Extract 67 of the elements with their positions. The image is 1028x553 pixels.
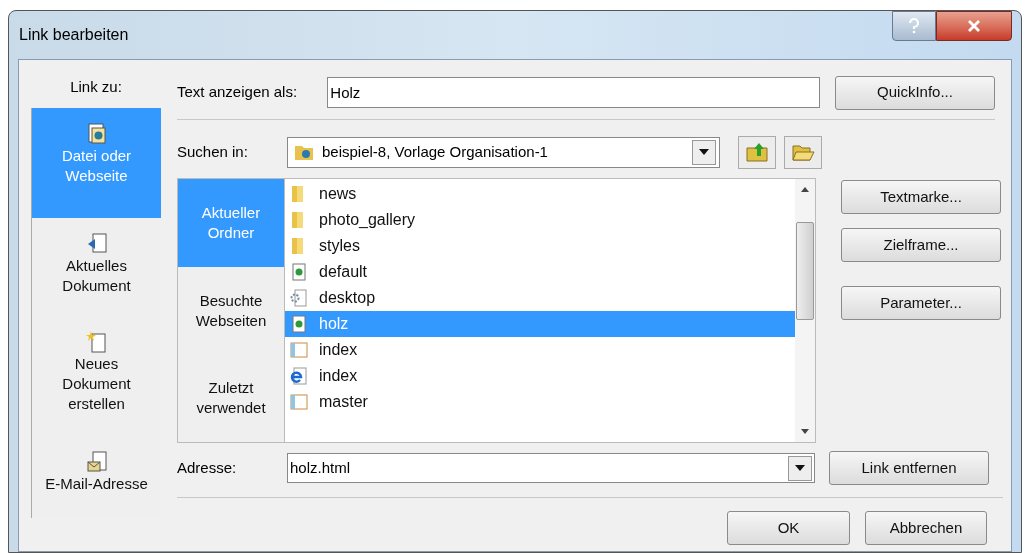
file-row[interactable]: index bbox=[285, 337, 795, 363]
new-document-icon bbox=[85, 330, 108, 354]
up-folder-button[interactable] bbox=[738, 135, 776, 169]
page-icon bbox=[289, 314, 309, 334]
window-title: Link bearbeiten bbox=[18, 25, 129, 45]
link-type-item[interactable]: Neues Dokument erstellen bbox=[32, 316, 161, 436]
link-type-label: E-Mail-Adresse bbox=[44, 474, 149, 494]
file-name: master bbox=[319, 392, 368, 412]
folder-globe-icon bbox=[294, 143, 314, 161]
gear-page-icon bbox=[289, 288, 309, 308]
file-name: photo_gallery bbox=[319, 210, 416, 230]
look-in-value: beispiel-8, Vorlage Organisation-1 bbox=[322, 141, 549, 162]
scroll-thumb[interactable] bbox=[796, 221, 814, 320]
dialog-button[interactable]: OK bbox=[727, 511, 850, 545]
page-icon bbox=[289, 262, 309, 282]
document-globe-icon bbox=[85, 122, 108, 146]
look-in-label: Suchen in: bbox=[177, 141, 249, 162]
dialog-button[interactable]: Abbrechen bbox=[865, 511, 987, 545]
link-to-label: Link zu: bbox=[69, 77, 123, 97]
address-field[interactable]: holz.html bbox=[287, 453, 815, 483]
file-name: index bbox=[319, 366, 358, 386]
quickinfo-button[interactable]: QuickInfo... bbox=[835, 75, 995, 110]
close-button[interactable] bbox=[936, 11, 1012, 41]
scroll-up-icon bbox=[801, 187, 809, 192]
browser-e-icon bbox=[289, 366, 309, 386]
display-text-field[interactable]: Holz bbox=[327, 77, 820, 108]
address-value: holz.html bbox=[290, 457, 352, 478]
file-row[interactable]: master bbox=[285, 389, 795, 415]
file-row[interactable]: styles bbox=[285, 233, 795, 259]
link-type-item[interactable]: Aktuelles Dokument bbox=[32, 218, 161, 316]
file-name: desktop bbox=[319, 288, 376, 308]
file-name: news bbox=[319, 184, 357, 204]
file-row[interactable]: desktop bbox=[285, 285, 795, 311]
browse-tab[interactable]: Zuletzt verwendet bbox=[178, 354, 284, 442]
question-mark-icon bbox=[908, 18, 920, 34]
open-folder-button[interactable] bbox=[784, 135, 822, 169]
browse-tab[interactable]: Besuchte Webseiten bbox=[178, 266, 284, 355]
dialog-button[interactable]: Parameter... bbox=[841, 286, 1001, 320]
scroll-down-icon bbox=[801, 428, 809, 434]
link-type-item[interactable]: E-Mail-Adresse bbox=[32, 436, 161, 506]
link-type-label: Neues Dokument erstellen bbox=[61, 354, 132, 414]
link-type-label: Datei oder Webseite bbox=[60, 146, 133, 186]
link-type-label: Aktuelles Dokument bbox=[61, 256, 132, 296]
file-name: holz bbox=[319, 314, 349, 334]
close-icon bbox=[967, 20, 981, 32]
file-row[interactable]: news bbox=[285, 181, 795, 207]
document-envelope-icon bbox=[85, 450, 108, 474]
dialog-button[interactable]: Zielframe... bbox=[841, 228, 1001, 262]
file-name: default bbox=[319, 262, 368, 282]
dialog-button[interactable]: Textmarke... bbox=[841, 180, 1001, 214]
file-row[interactable]: photo_gallery bbox=[285, 207, 795, 233]
look-in-dropdown[interactable]: beispiel-8, Vorlage Organisation-1 bbox=[287, 136, 720, 168]
help-button[interactable] bbox=[892, 11, 936, 41]
frame-page-icon bbox=[289, 392, 309, 412]
file-row[interactable]: index bbox=[285, 363, 795, 389]
display-text-label: Text anzeigen als: bbox=[177, 82, 299, 103]
address-label: Adresse: bbox=[177, 457, 238, 478]
caret-icon bbox=[795, 465, 805, 471]
caret-icon bbox=[699, 149, 709, 155]
open-folder-icon bbox=[791, 142, 815, 162]
scrollbar[interactable] bbox=[795, 179, 815, 442]
remove-link-button[interactable]: Link entfernen bbox=[829, 451, 989, 485]
frame-page-icon bbox=[289, 340, 309, 360]
folder-up-arrow-icon bbox=[745, 142, 769, 162]
file-row[interactable]: default bbox=[285, 259, 795, 285]
file-name: index bbox=[319, 340, 358, 360]
file-name: styles bbox=[319, 236, 360, 256]
